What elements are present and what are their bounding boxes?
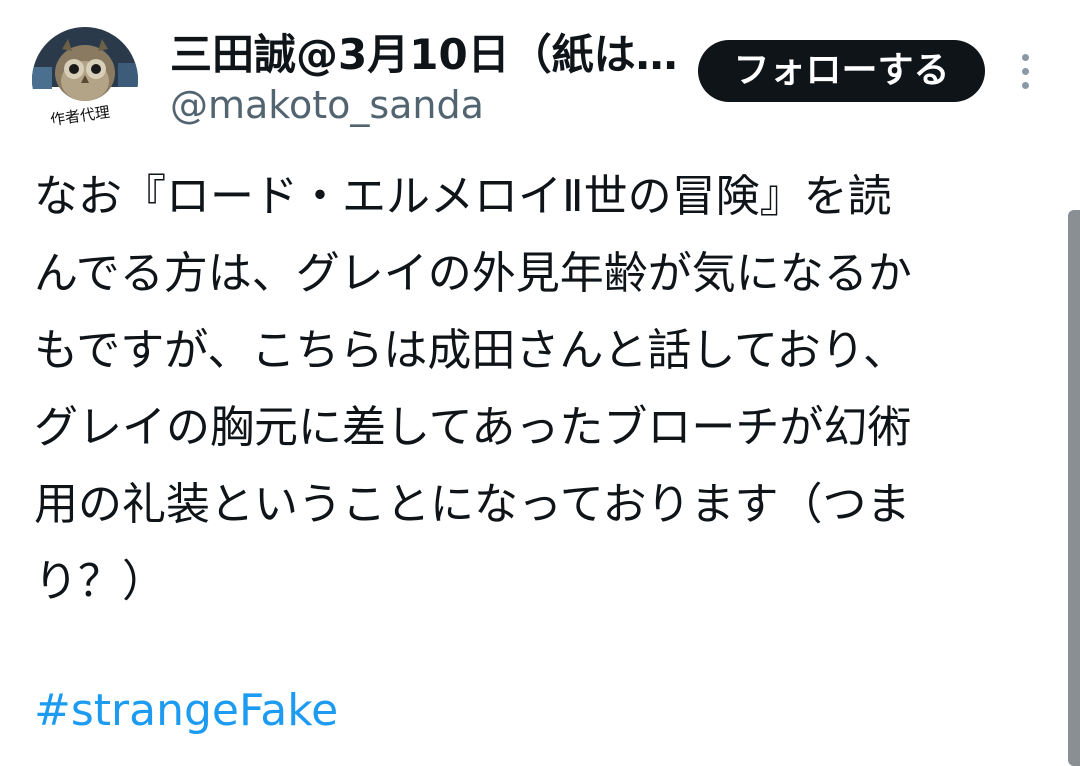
tweet-text-line: グレイの胸元に差してあったブローチが幻術 [34,402,912,453]
more-vertical-icon[interactable] [1014,50,1038,94]
more-dot [1022,82,1029,89]
author-handle[interactable]: @makoto_sanda [170,82,484,128]
tweet-text-line: なお『ロード・エルメロイⅡ世の冒険』を読 [34,171,892,222]
more-dot [1022,54,1029,61]
tweet-text-line: り？） [34,556,166,607]
tweet-text-line: もですが、こちらは成田さんと話しており、 [34,325,907,376]
scrollbar[interactable] [1068,210,1080,766]
follow-button[interactable]: フォローする [698,40,985,102]
tweet-text-line: んでる方は、グレイの外見年齢が気になるか [34,248,912,299]
author-display-name[interactable]: 三田誠@3月10日（紙は… [170,30,678,80]
tweet-text: なお『ロード・エルメロイⅡ世の冒険』を読 んでる方は、グレイの外見年齢が気になる… [34,158,1044,620]
tweet-text-line: 用の礼装ということになっております（つま [34,479,911,530]
hashtag-link[interactable]: #strangeFake [34,672,338,749]
author-avatar[interactable]: 作者代理 [32,27,138,133]
more-dot [1022,68,1029,75]
